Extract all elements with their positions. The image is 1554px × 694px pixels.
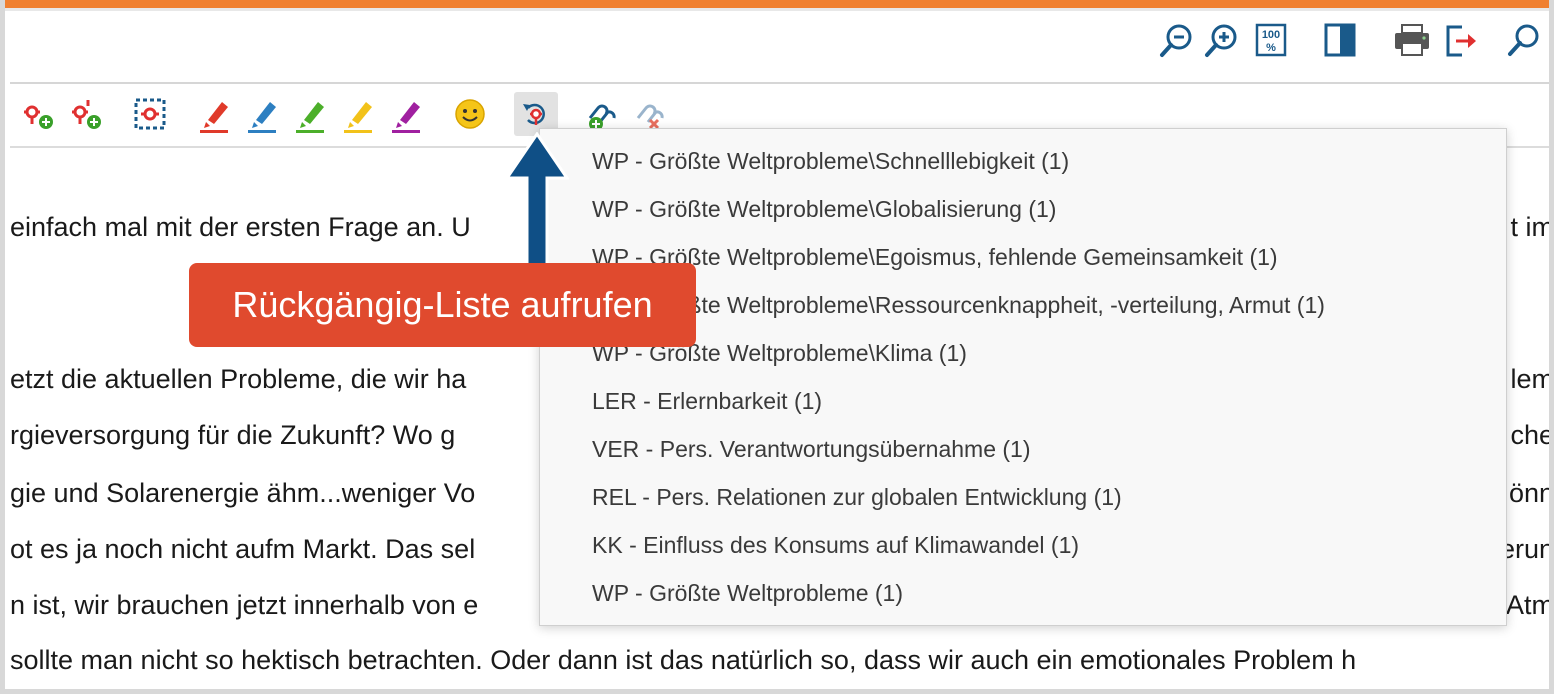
undo-list-item[interactable]: WP - Größte Weltprobleme (1) bbox=[592, 580, 903, 607]
document-line: rgieversorgung für die Zukunft? Wo g bbox=[10, 420, 456, 450]
export-icon[interactable] bbox=[1442, 21, 1482, 61]
zoom-100-icon[interactable]: 100% bbox=[1252, 21, 1292, 61]
accent-bar bbox=[5, 0, 1549, 11]
document-line-end: lem bbox=[1510, 364, 1554, 394]
highlighter-blue-icon[interactable] bbox=[242, 92, 286, 136]
zoom-100-label: 100 bbox=[1262, 29, 1280, 41]
document-line: etzt die aktuellen Probleme, die wir ha bbox=[10, 364, 467, 394]
document-line-end: önn bbox=[1508, 478, 1554, 508]
document-line-end: Atm bbox=[1505, 590, 1554, 620]
highlighter-purple-icon[interactable] bbox=[386, 92, 430, 136]
panel-toggle-icon[interactable] bbox=[1320, 21, 1360, 61]
print-icon[interactable] bbox=[1392, 21, 1432, 61]
undo-list-item[interactable]: VER - Pers. Verantwortungsübernahme (1) bbox=[592, 436, 1030, 463]
code-add-icon[interactable] bbox=[18, 92, 62, 136]
document-line-end: erun bbox=[1499, 534, 1554, 564]
code-select-icon[interactable] bbox=[128, 92, 172, 136]
undo-list-item[interactable]: KK - Einfluss des Konsums auf Klimawande… bbox=[592, 532, 1079, 559]
undo-list-item[interactable]: WP - Größte Weltprobleme\Ressourcenknapp… bbox=[592, 292, 1325, 319]
document-line: gie und Solarenergie ähm...weniger Vo bbox=[10, 478, 476, 508]
document-line: sollte man nicht so hektisch betrachten.… bbox=[10, 645, 1357, 675]
highlighter-red-icon[interactable] bbox=[194, 92, 238, 136]
undo-list-item[interactable]: WP - Größte Weltprobleme\Globalisierung … bbox=[592, 196, 1056, 223]
document-line: n ist, wir brauchen jetzt innerhalb von … bbox=[10, 590, 479, 620]
document-line-end: t im bbox=[1510, 212, 1554, 242]
highlighter-yellow-icon[interactable] bbox=[338, 92, 382, 136]
undo-list-item[interactable]: REL - Pers. Relationen zur globalen Entw… bbox=[592, 484, 1122, 511]
svg-text:%: % bbox=[1266, 42, 1276, 54]
emoticon-icon[interactable] bbox=[448, 92, 492, 136]
app-window: 100% einfach mal mit der ersten Frage an… bbox=[0, 0, 1554, 694]
document-line: ot es ja noch nicht aufm Markt. Das sel bbox=[10, 534, 476, 564]
highlighter-green-icon[interactable] bbox=[290, 92, 334, 136]
document-line: einfach mal mit der ersten Frage an. U bbox=[10, 212, 471, 242]
undo-list-item[interactable]: WP - Größte Weltprobleme\Schnelllebigkei… bbox=[592, 148, 1069, 175]
zoom-out-icon[interactable] bbox=[1157, 21, 1197, 61]
search-icon[interactable] bbox=[1504, 21, 1544, 61]
document-line-end: che bbox=[1510, 420, 1554, 450]
undo-list-item[interactable]: LER - Erlernbarkeit (1) bbox=[592, 388, 822, 415]
top-toolbar: 100% bbox=[10, 11, 1549, 84]
zoom-in-icon[interactable] bbox=[1202, 21, 1242, 61]
undo-list-popup: WP - Größte Weltprobleme\Schnelllebigkei… bbox=[539, 128, 1507, 626]
callout-label: Rückgängig-Liste aufrufen bbox=[189, 263, 696, 347]
pointer-arrow-icon bbox=[505, 132, 569, 272]
code-add-multi-icon[interactable] bbox=[66, 92, 110, 136]
